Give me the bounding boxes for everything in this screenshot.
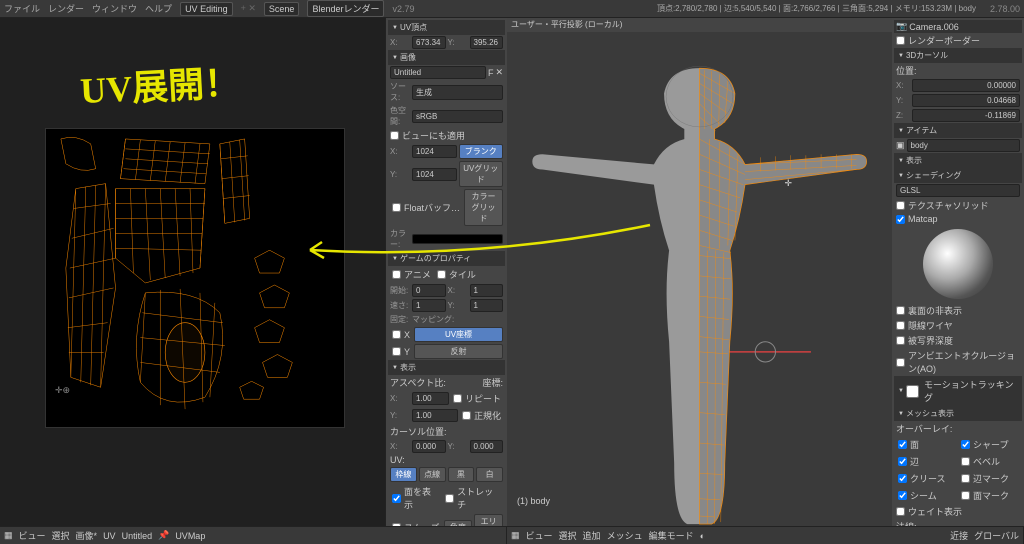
snap-mode[interactable]: 近接 bbox=[950, 529, 968, 542]
cursor-2d-icon: ✛⊕ bbox=[55, 385, 70, 396]
renderer-selector[interactable]: Blenderレンダー bbox=[307, 0, 384, 17]
blank-button[interactable]: ブランク bbox=[459, 144, 504, 159]
uvgrid-button[interactable]: UVグリッド bbox=[459, 161, 504, 187]
section-image[interactable]: 画像 bbox=[388, 50, 505, 65]
mapping-uv-button[interactable]: UV座標 bbox=[414, 327, 503, 342]
section-view[interactable]: 表示 bbox=[894, 153, 1022, 168]
editor-type-icon[interactable]: ▦ bbox=[4, 530, 13, 541]
uv-menu-image[interactable]: 画像* bbox=[76, 529, 98, 542]
uv-menu-select[interactable]: 選択 bbox=[52, 529, 70, 542]
uvmap-selector[interactable]: UVMap bbox=[175, 531, 205, 541]
mapping-refl-button[interactable]: 反射 bbox=[414, 344, 503, 359]
cursor-z[interactable]: -0.11869 bbox=[912, 109, 1020, 122]
matcap-preview[interactable] bbox=[923, 229, 993, 299]
section-mesh-display[interactable]: メッシュ表示 bbox=[894, 406, 1022, 421]
section-game-props[interactable]: ゲームのプロパティ bbox=[388, 251, 505, 266]
colorspace-dropdown[interactable]: sRGB bbox=[412, 110, 503, 123]
uv-image-selector[interactable]: Untitled bbox=[122, 531, 153, 541]
image-unlink-icon[interactable]: ✕ bbox=[495, 67, 503, 78]
annotation-text: UV展開！ bbox=[79, 54, 242, 114]
menu-file[interactable]: ファイル bbox=[4, 2, 40, 15]
cursor-3d-icon: ✛ bbox=[784, 178, 792, 189]
color-swatch[interactable] bbox=[412, 234, 503, 244]
uv-editor-viewport[interactable]: UV展開！ bbox=[0, 18, 385, 526]
orientation-selector[interactable]: グローバル bbox=[974, 529, 1019, 542]
object-name-label: (1) body bbox=[517, 496, 550, 506]
camera-icon: 📷 bbox=[896, 21, 907, 32]
matcap-checkbox[interactable] bbox=[896, 215, 905, 224]
uv-menu-uv[interactable]: UV bbox=[103, 531, 116, 541]
layout-selector[interactable]: UV Editing bbox=[180, 2, 233, 16]
view-alpha-checkbox[interactable] bbox=[390, 131, 399, 140]
img-x-field[interactable]: 1024 bbox=[412, 145, 457, 158]
uv-x-field[interactable]: 673.34 bbox=[412, 36, 446, 49]
img-y-field[interactable]: 1024 bbox=[412, 168, 457, 181]
scene-selector[interactable]: Scene bbox=[264, 2, 300, 16]
section-display[interactable]: 表示 bbox=[388, 360, 505, 375]
tile-checkbox[interactable] bbox=[437, 270, 446, 279]
pin-icon[interactable]: 📌 bbox=[158, 530, 169, 541]
view3d-header-label: ユーザー・平行投影 (ローカル) bbox=[507, 18, 892, 32]
menu-window[interactable]: ウィンドウ bbox=[92, 2, 137, 15]
texsolid-checkbox[interactable] bbox=[896, 201, 905, 210]
item-name-field[interactable]: body bbox=[907, 139, 1020, 152]
uv-properties-panel: UV頂点 X:673.34Y:395.26 画像 UntitledF✕ ソース:… bbox=[385, 18, 507, 526]
section-motion-track[interactable]: モーショントラッキング bbox=[894, 376, 1022, 406]
image-name-field[interactable]: Untitled bbox=[390, 66, 486, 79]
section-shading[interactable]: シェーディング bbox=[894, 168, 1022, 183]
cursor-x[interactable]: 0.00000 bbox=[912, 79, 1020, 92]
menu-render[interactable]: レンダー bbox=[48, 2, 84, 15]
3d-viewport[interactable]: ユーザー・平行投影 (ローカル) bbox=[507, 18, 892, 526]
image-browse-icon[interactable]: F bbox=[488, 68, 494, 78]
draw-outline-button[interactable]: 枠線 bbox=[390, 467, 417, 482]
version-label: v2.79 bbox=[392, 4, 414, 14]
n-panel: 📷Camera.006 レンダーボーダー 3Dカーソル 位置: X:0.0000… bbox=[892, 18, 1024, 526]
top-menu-bar: ファイル レンダー ウィンドウ ヘルプ UV Editing + ✕ Scene… bbox=[0, 0, 1024, 18]
section-3dcursor[interactable]: 3Dカーソル bbox=[894, 48, 1022, 63]
uv-y-field[interactable]: 395.26 bbox=[470, 36, 504, 49]
section-item[interactable]: アイテム bbox=[894, 123, 1022, 138]
shading-mode-dropdown[interactable]: GLSL bbox=[896, 184, 1020, 197]
source-dropdown[interactable]: 生成 bbox=[412, 85, 503, 100]
render-border-checkbox[interactable] bbox=[896, 36, 905, 45]
section-uv-vertex[interactable]: UV頂点 bbox=[388, 20, 505, 35]
mesh-icon: ▣ bbox=[896, 140, 905, 151]
colorgrid-button[interactable]: カラーグリッド bbox=[464, 189, 503, 226]
menu-help[interactable]: ヘルプ bbox=[145, 2, 172, 15]
float-checkbox[interactable] bbox=[392, 203, 401, 212]
cursor-y[interactable]: 0.04668 bbox=[912, 94, 1020, 107]
uv-menu-view[interactable]: ビュー bbox=[19, 529, 46, 542]
anime-checkbox[interactable] bbox=[392, 270, 401, 279]
scene-stats: 頂点:2,780/2,780 | 辺:5,540/5,540 | 面:2,766… bbox=[657, 3, 976, 14]
uv-image-canvas[interactable] bbox=[45, 128, 345, 428]
version-badge: 2.78.00 bbox=[990, 4, 1020, 14]
camera-name: Camera.006 bbox=[909, 22, 959, 32]
